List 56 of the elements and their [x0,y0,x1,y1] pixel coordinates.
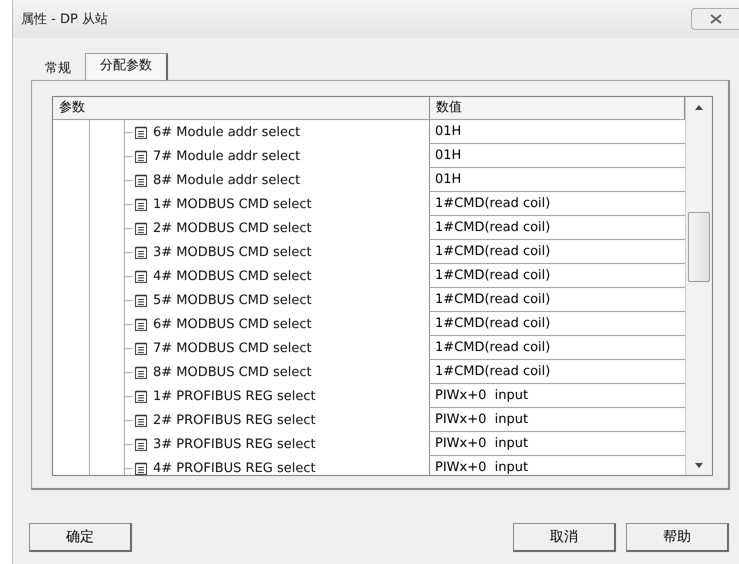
dialog-button[interactable]: 帮助 [626,523,729,552]
tab[interactable]: 常规 [31,58,85,80]
document-icon [135,150,147,162]
scrollbar-thumb[interactable] [688,212,710,282]
parameter-name: 1# MODBUS CMD select [153,196,312,212]
parameter-name: 7# MODBUS CMD select [153,340,312,356]
parameter-name: 1# PROFIBUS REG select [153,388,316,404]
document-icon [135,366,147,378]
value-cell[interactable]: PIWx+0 input [429,408,685,432]
document-icon [135,126,147,138]
parameter-name: 2# PROFIBUS REG select [153,412,316,428]
parameter-name: 5# MODBUS CMD select [153,292,312,308]
parameter-name: 2# MODBUS CMD select [153,220,312,236]
document-icon [135,198,147,210]
parameter-name: 3# PROFIBUS REG select [153,436,316,452]
value-cell[interactable]: 1#CMD(read coil) [429,288,685,312]
document-icon [135,318,147,330]
document-icon [135,390,147,402]
parameter-name: 4# MODBUS CMD select [153,268,312,284]
window-title: 属性 - DP 从站 [20,11,108,28]
value-cell[interactable]: 1#CMD(read coil) [429,216,685,240]
parameter-name: 6# Module addr select [153,124,300,140]
scroll-up-icon [695,104,703,110]
parameter-name: 3# MODBUS CMD select [153,244,312,260]
value-cell[interactable]: 1#CMD(read coil) [429,312,685,336]
parameter-name: 8# MODBUS CMD select [153,364,312,380]
parameter-name: 6# MODBUS CMD select [153,316,312,332]
value-cell[interactable]: PIWx+0 input [429,384,685,408]
value-cell[interactable]: 01H [429,144,685,168]
scroll-down-icon [695,462,703,468]
tab[interactable]: 分配参数 [85,53,168,80]
close-icon [710,14,722,24]
dialog-button[interactable]: 取消 [513,523,616,552]
value-cell[interactable]: PIWx+0 input [429,432,685,456]
value-cell[interactable]: 01H [429,120,685,144]
value-cell[interactable]: 1#CMD(read coil) [429,264,685,288]
document-icon [135,342,147,354]
document-icon [135,270,147,282]
scrollbar[interactable] [685,97,712,475]
document-icon [135,438,147,450]
value-cell[interactable]: 01H [429,168,685,192]
parameter-name: 7# Module addr select [153,148,300,164]
column-header[interactable]: 参数 [53,97,430,119]
value-cell[interactable]: 1#CMD(read coil) [429,192,685,216]
document-icon [135,294,147,306]
value-cell[interactable]: 1#CMD(read coil) [429,336,685,360]
value-cell[interactable]: 1#CMD(read coil) [429,360,685,384]
document-icon [135,174,147,186]
parameter-name: 4# PROFIBUS REG select [153,460,316,475]
close-button[interactable] [691,8,739,30]
dialog-button[interactable]: 确定 [29,523,132,552]
parameter-name: 8# Module addr select [153,172,300,188]
value-cell[interactable]: 1#CMD(read coil) [429,240,685,264]
document-icon [135,414,147,426]
document-icon [135,246,147,258]
document-icon [135,222,147,234]
